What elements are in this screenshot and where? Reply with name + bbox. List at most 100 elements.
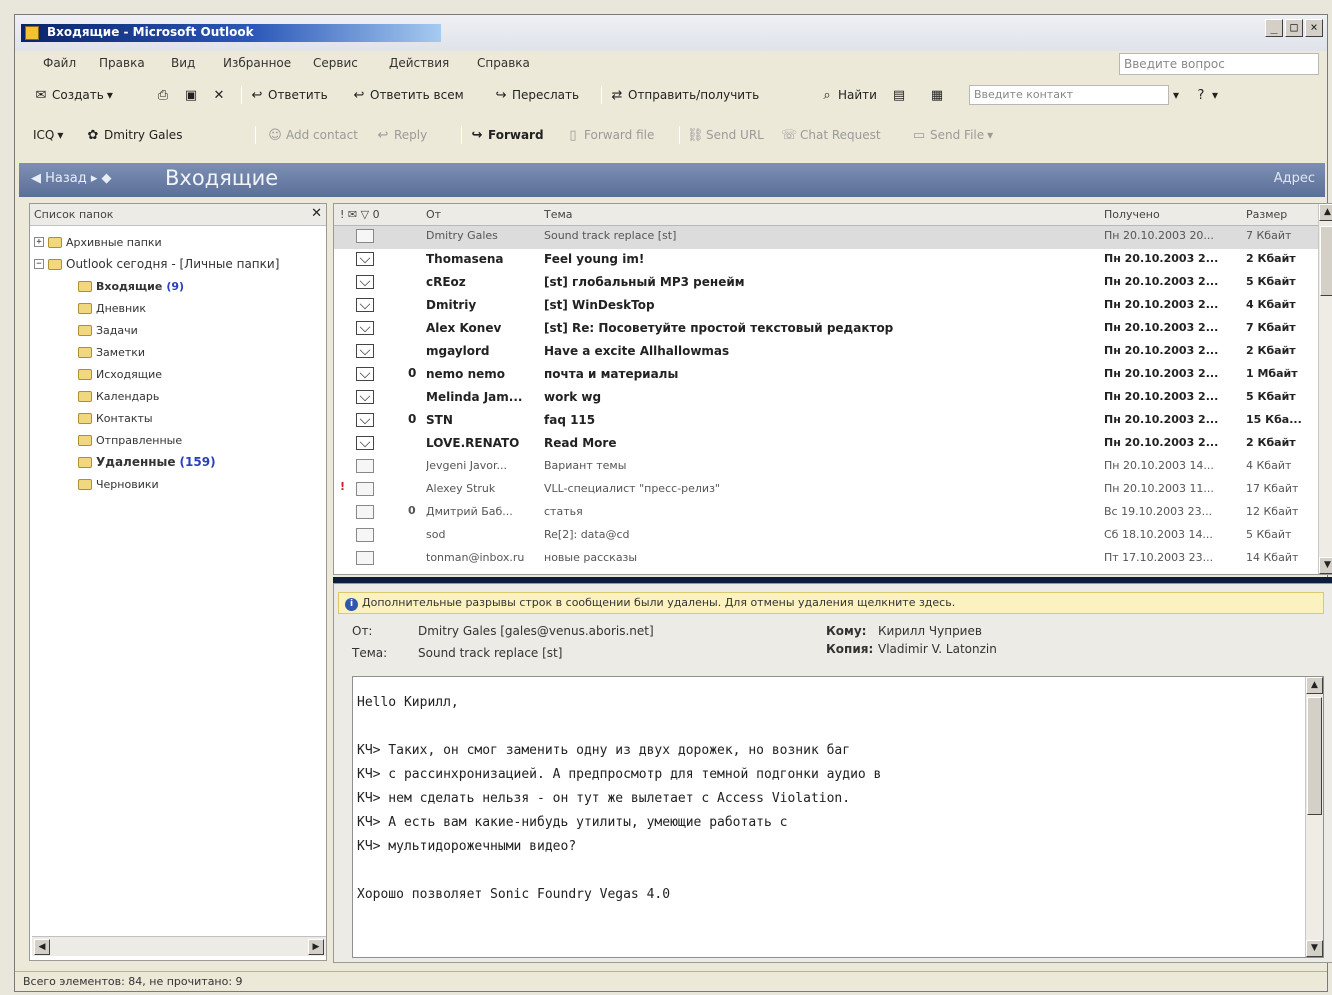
folder-archive[interactable]: + Архивные папки	[34, 232, 162, 252]
organize-button[interactable]: ▦	[929, 85, 945, 105]
unread-envelope-icon	[356, 390, 374, 404]
scroll-right-icon[interactable]: ▶	[308, 939, 324, 955]
message-row[interactable]: 0 nemo nemo почта и материалы Пн 20.10.2003…	[334, 364, 1318, 387]
column-subject[interactable]: Тема	[544, 208, 573, 221]
menu-actions[interactable]: Действия	[389, 56, 449, 70]
icq-add-contact-button[interactable]: ☺ Add contact	[267, 125, 358, 145]
message-row[interactable]: ! Alexey Struk VLL-специалист "пресс-релиз…	[334, 479, 1318, 502]
delete-button[interactable]: ✕	[211, 85, 227, 105]
folder-horizontal-scrollbar[interactable]: ◀ ▶	[32, 936, 326, 956]
folder-journal[interactable]: Дневник	[78, 298, 146, 318]
menu-favorites[interactable]: Избранное	[223, 56, 291, 70]
folder-drafts[interactable]: Черновики	[78, 474, 159, 494]
folder-notes[interactable]: Заметки	[78, 342, 145, 362]
menu-tools[interactable]: Сервис	[313, 56, 358, 70]
message-body-scrollbar[interactable]: ▲ ▼	[1305, 677, 1323, 957]
send-receive-button[interactable]: ⇄ Отправить/получить	[609, 85, 760, 105]
reply-all-button[interactable]: ↩ Ответить всем	[351, 85, 464, 105]
minimize-button[interactable]: _	[1265, 19, 1283, 37]
menu-help[interactable]: Справка	[477, 56, 530, 70]
folder-banner: ◀ Назад ▸ ◆ Входящие Адрес	[19, 163, 1325, 197]
scroll-up-icon[interactable]: ▲	[1319, 204, 1332, 221]
folder-outlook-today[interactable]: − Outlook сегодня - [Личные папки]	[34, 254, 279, 274]
icq-reply-button[interactable]: ↩ Reply	[375, 125, 428, 145]
collapse-icon[interactable]: −	[34, 259, 44, 269]
folder-outbox[interactable]: Исходящие	[78, 364, 162, 384]
folder-tasks[interactable]: Задачи	[78, 320, 138, 340]
message-received: Вс 19.10.2003 23...	[1104, 505, 1213, 518]
menu-edit[interactable]: Правка	[99, 56, 145, 70]
folder-deleted[interactable]: Удаленные (159)	[78, 452, 216, 472]
body-line: КЧ> нем сделать нельзя - он тут же вылет…	[357, 791, 851, 806]
message-row[interactable]: Melinda Jam... work wg Пн 20.10.2003 2... 5…	[334, 387, 1318, 410]
message-row[interactable]: 0 STN faq 115 Пн 20.10.2003 2... 15 Кба...	[334, 410, 1318, 433]
message-from: LOVE.RENATO	[426, 436, 520, 450]
folder-calendar[interactable]: Календарь	[78, 386, 159, 406]
status-bar: Всего элементов: 84, не прочитано: 9	[15, 971, 1327, 991]
message-row[interactable]: Jevgeni Javor... Вариант темы Пн 20.10.200…	[334, 456, 1318, 479]
to-value[interactable]: Кирилл Чуприев	[878, 624, 982, 638]
address-label[interactable]: Адрес	[1274, 171, 1315, 186]
column-icons[interactable]: ! ✉ ▽ 0	[340, 208, 380, 221]
from-value[interactable]: Dmitry Gales [gales@venus.aboris.net]	[418, 624, 654, 638]
contact-search-field[interactable]: Введите контакт	[969, 85, 1169, 105]
info-bar[interactable]: i Дополнительные разрывы строк в сообщени…	[338, 592, 1324, 614]
column-from[interactable]: От	[426, 208, 441, 221]
message-subject: Sound track replace [st]	[544, 229, 677, 242]
message-row[interactable]: Alex Konev [st] Re: Посоветуйте простой т…	[334, 318, 1318, 341]
contact-dropdown-button[interactable]: ▾	[1173, 85, 1179, 105]
icq-forward-file-button[interactable]: ▯ Forward file	[565, 125, 654, 145]
close-button[interactable]: ×	[1305, 19, 1323, 37]
expand-icon[interactable]: +	[34, 237, 44, 247]
maximize-button[interactable]: □	[1285, 19, 1303, 37]
message-row[interactable]: Dmitriy [st] WinDeskTop Пн 20.10.2003 2...…	[334, 295, 1318, 318]
message-row[interactable]: sod Re[2]: data@cd Сб 18.10.2003 14... 5 Кб…	[334, 525, 1318, 548]
message-row[interactable]: LOVE.RENATO Read More Пн 20.10.2003 2... 2 …	[334, 433, 1318, 456]
scroll-up-icon[interactable]: ▲	[1306, 677, 1323, 694]
message-row[interactable]: mgaylord Have a excite Allhallowmas Пн 20.…	[334, 341, 1318, 364]
cc-value[interactable]: Vladimir V. Latonzin	[878, 642, 997, 656]
reply-button[interactable]: ↩ Ответить	[249, 85, 328, 105]
menu-view[interactable]: Вид	[171, 56, 195, 70]
back-button[interactable]: ◀ Назад ▸ ◆	[31, 171, 112, 186]
icq-chat-request-button[interactable]: ☏ Chat Request	[781, 125, 881, 145]
icq-send-file-button[interactable]: ▭ Send File ▾	[911, 125, 993, 145]
message-body[interactable]: Hello Кирилл, КЧ> Таких, он смог заменить…	[352, 676, 1324, 958]
help-question-field[interactable]: Введите вопрос	[1119, 53, 1319, 75]
menu-file[interactable]: Файл	[43, 56, 76, 70]
message-size: 7 Кбайт	[1246, 321, 1296, 334]
message-row[interactable]: Dmitry Gales Sound track replace [st] Пн 2…	[334, 226, 1318, 249]
create-button[interactable]: ✉ Создать ▾	[33, 85, 113, 105]
forward-button[interactable]: ↪ Переслать	[493, 85, 580, 105]
message-from: Melinda Jam...	[426, 390, 523, 404]
folder-contacts[interactable]: Контакты	[78, 408, 153, 428]
message-row[interactable]: cREoz [st] глобальный MP3 ренейм Пн 20.10.…	[334, 272, 1318, 295]
folder-inbox[interactable]: Входящие (9)	[78, 276, 184, 296]
scroll-left-icon[interactable]: ◀	[34, 939, 50, 955]
message-from: STN	[426, 413, 453, 427]
column-received[interactable]: Получено	[1104, 208, 1160, 221]
folder-sent[interactable]: Отправленные	[78, 430, 182, 450]
scroll-thumb[interactable]	[1307, 697, 1322, 815]
message-received: Пн 20.10.2003 2...	[1104, 367, 1219, 380]
icq-user-button[interactable]: ✿ Dmitry Gales	[85, 125, 183, 145]
calendar-icon	[78, 390, 92, 402]
print-button[interactable]: ⎙	[155, 85, 171, 105]
message-row[interactable]: tonman@inbox.ru новые рассказы Пт 17.10.20…	[334, 548, 1318, 571]
scroll-down-icon[interactable]: ▼	[1306, 940, 1323, 957]
scroll-down-icon[interactable]: ▼	[1319, 557, 1332, 574]
icq-menu-button[interactable]: ICQ ▾	[33, 125, 63, 145]
scroll-thumb[interactable]	[1320, 226, 1332, 296]
find-button[interactable]: ⌕ Найти	[819, 85, 877, 105]
close-icon[interactable]: ✕	[311, 206, 322, 221]
message-row[interactable]: 0 Дмитрий Баб... статья Вс 19.10.2003 23...…	[334, 502, 1318, 525]
message-row[interactable]: Thomasena Feel young im! Пн 20.10.2003 2..…	[334, 249, 1318, 272]
move-to-folder-button[interactable]: ▣	[183, 85, 199, 105]
message-list-scrollbar[interactable]: ▲ ▼	[1318, 204, 1332, 574]
column-size[interactable]: Размер	[1246, 208, 1287, 221]
message-size: 5 Кбайт	[1246, 275, 1296, 288]
icq-send-url-button[interactable]: ⛓ Send URL	[687, 125, 764, 145]
help-button[interactable]: ? ▾	[1193, 85, 1218, 105]
address-book-button[interactable]: ▤	[891, 85, 907, 105]
icq-forward-button[interactable]: ↪ Forward	[469, 125, 544, 145]
